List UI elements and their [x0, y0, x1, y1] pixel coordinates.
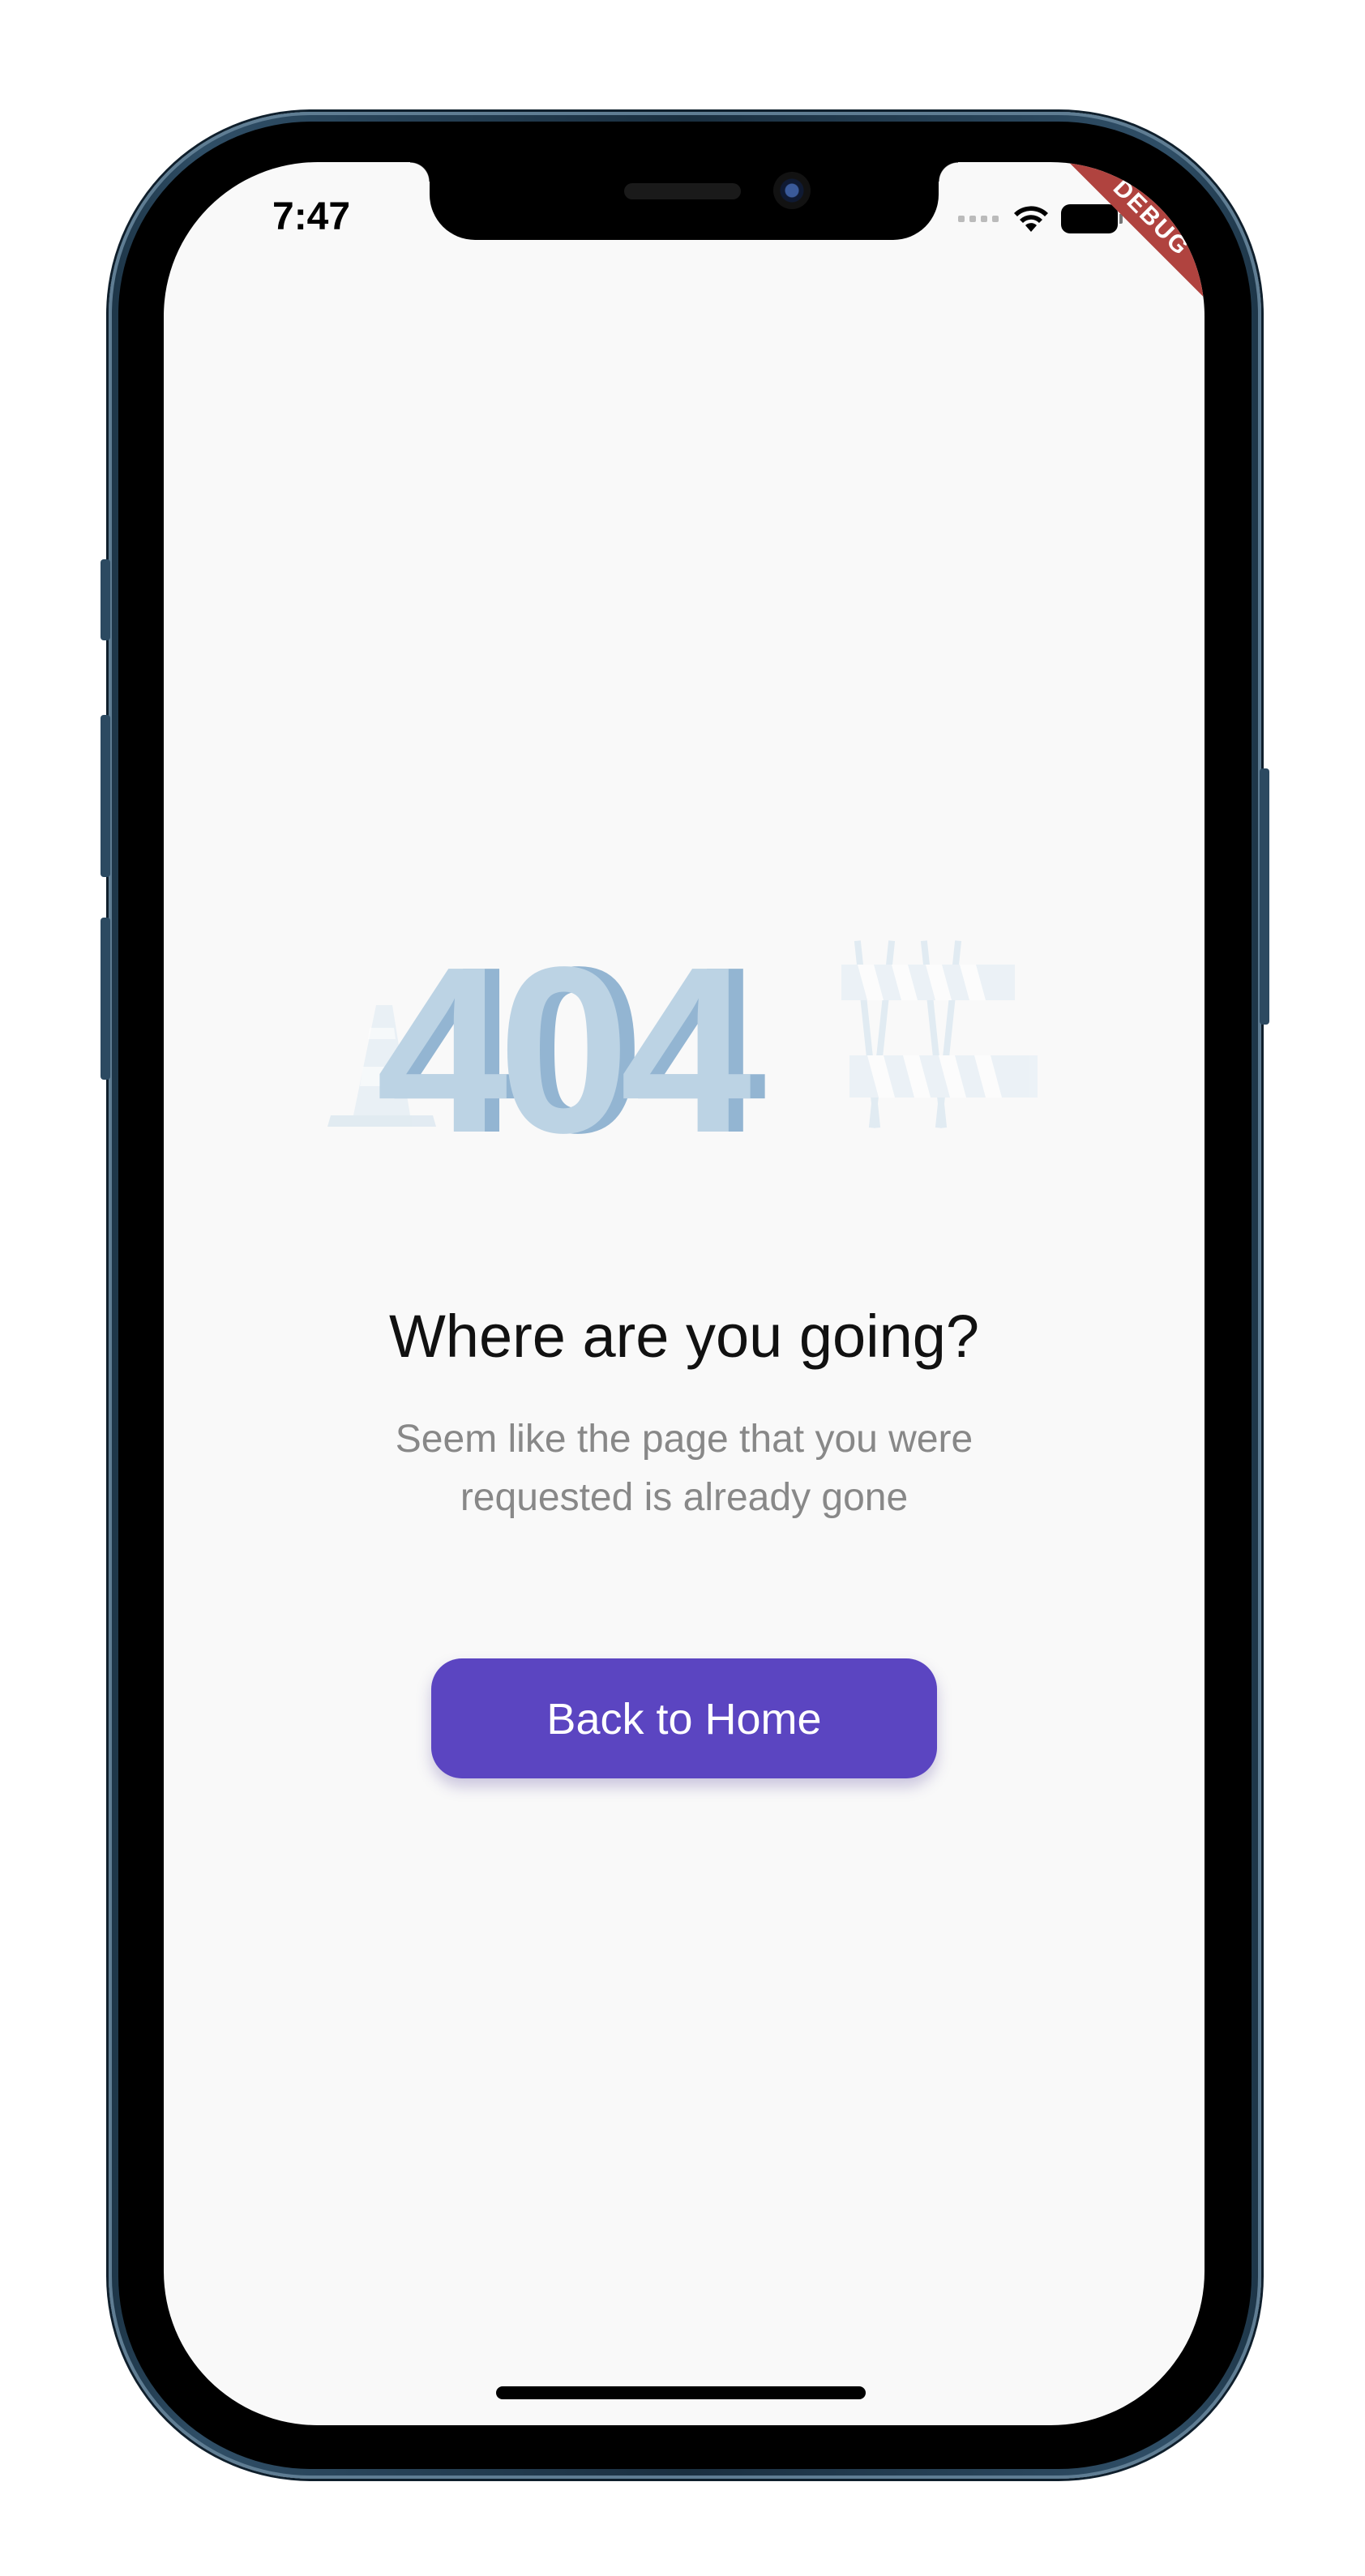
volume-up-button	[101, 715, 110, 877]
battery-icon	[1063, 207, 1123, 231]
notch	[410, 162, 958, 240]
speaker-grille	[624, 183, 741, 199]
page-description: Seem like the page that you were request…	[395, 1418, 973, 1519]
status-icons	[958, 204, 1123, 233]
home-indicator[interactable]	[496, 2386, 866, 2399]
404-illustration-graphic: 404 404	[327, 918, 1038, 1151]
back-to-home-button[interactable]: Back to Home	[431, 1658, 937, 1778]
power-button	[1260, 768, 1269, 1025]
status-time: 7:47	[272, 195, 351, 238]
page-title: Where are you going?	[388, 1303, 980, 1370]
app-screen: 7:47 DEBUG 404 404 Where are you going? …	[164, 162, 1205, 2425]
front-camera	[773, 172, 811, 209]
404-code: 404	[376, 918, 753, 1151]
volume-down-button	[101, 918, 110, 1080]
signal-icon	[958, 216, 999, 222]
404-illustration: 404 404	[315, 908, 1054, 1151]
device-stage: 7:47 DEBUG 404 404 Where are you going? …	[0, 0, 1365, 2576]
wifi-icon	[1014, 206, 1048, 232]
road-barrier-icon	[841, 940, 1038, 1128]
mute-switch	[101, 559, 110, 640]
